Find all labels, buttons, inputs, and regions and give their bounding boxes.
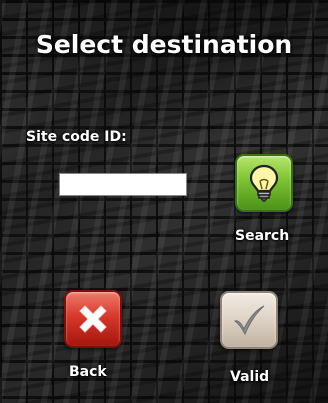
site-code-input[interactable] [59,173,187,196]
lightbulb-icon [249,164,279,202]
checkmark-icon [233,305,265,336]
site-code-label: Site code ID: [26,129,127,145]
valid-button[interactable] [220,291,278,349]
page-title: Select destination [35,30,293,59]
search-button[interactable] [235,154,293,212]
destination-screen: Select destination Site code ID: Search … [0,0,328,403]
search-button-label[interactable]: Search [235,228,289,244]
back-button-label[interactable]: Back [69,364,107,380]
back-button[interactable] [64,290,122,348]
valid-button-label[interactable]: Valid [230,369,269,385]
close-x-icon [79,305,107,333]
